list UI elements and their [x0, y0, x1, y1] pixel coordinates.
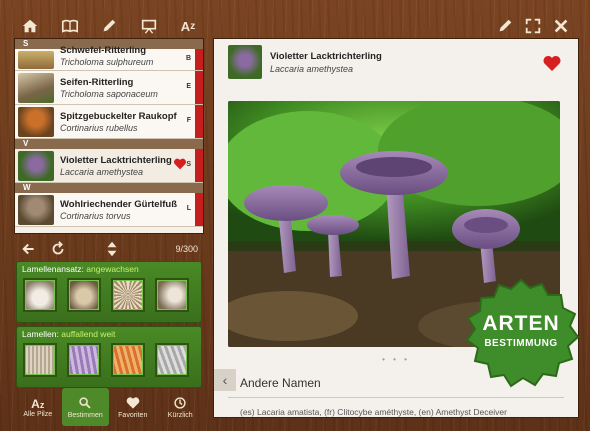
- species-name: Spitzgebuckelter Raukopf: [60, 110, 177, 122]
- species-thumbnail: [18, 194, 54, 225]
- sort-az-icon[interactable]: Az: [178, 16, 198, 36]
- left-toolbar: Az: [14, 12, 204, 40]
- favorite-heart-icon[interactable]: [173, 157, 187, 175]
- species-latin-name: Cortinarius torvus: [60, 210, 131, 221]
- left-panel: Az S Schwefel-Ritterling Tricholoma sulp…: [0, 0, 207, 431]
- tab-label: Favoriten: [118, 411, 148, 419]
- filter-option[interactable]: [111, 343, 145, 377]
- badge-line-2: BESTIMMUNG: [484, 338, 558, 349]
- tab-label: Alle Pilze: [23, 410, 53, 418]
- pencil-icon[interactable]: [99, 16, 119, 36]
- list-item[interactable]: Seifen-Ritterling Tricholoma saponaceum …: [15, 71, 203, 105]
- pencil-icon[interactable]: [495, 16, 515, 36]
- detail-species-name: Violetter Lacktrichterling: [270, 50, 382, 62]
- divider: [228, 397, 564, 398]
- detail-header: Violetter Lacktrichterling Laccaria amet…: [228, 45, 568, 79]
- filter-option[interactable]: [67, 278, 101, 312]
- badge-line-1: ARTEN: [482, 312, 560, 335]
- filter-lamellenansatz[interactable]: Lamellenansatz: angewachsen: [16, 261, 202, 323]
- tab-label: Bestimmen: [67, 411, 103, 419]
- synonyms-text: (es) Lacaria amatista, (fr) Clitocybe am…: [240, 407, 507, 417]
- book-icon[interactable]: [60, 16, 80, 36]
- previous-arrow-icon[interactable]: ‹: [214, 369, 236, 391]
- list-navigation: 9/300: [14, 238, 204, 260]
- list-item[interactable]: Schwefel-Ritterling Tricholoma sulphureu…: [15, 45, 203, 71]
- species-thumbnail: [18, 106, 54, 137]
- filter-option[interactable]: [23, 278, 57, 312]
- species-latin-name: Tricholoma sulphureum: [60, 56, 154, 67]
- az-icon: Az: [31, 396, 45, 411]
- species-thumbnail: [18, 150, 54, 181]
- filter-option[interactable]: [155, 343, 189, 377]
- filter-option[interactable]: [155, 278, 189, 312]
- index-letter: B: [185, 55, 191, 62]
- list-item[interactable]: Spitzgebuckelter Raukopf Cortinarius rub…: [15, 105, 203, 139]
- filter-lamellen[interactable]: Lamellen: auffallend weit: [16, 326, 202, 388]
- species-list: S Schwefel-Ritterling Tricholoma sulphur…: [14, 38, 204, 234]
- filter-value: angewachsen: [86, 264, 139, 274]
- expand-icon[interactable]: [523, 16, 543, 36]
- list-item[interactable]: Wohlriechender Gürtelfuß Cortinarius tor…: [15, 193, 203, 227]
- species-name: Wohlriechender Gürtelfuß: [60, 198, 178, 210]
- filter-option[interactable]: [111, 278, 145, 312]
- arten-bestimmung-badge[interactable]: ARTEN BESTIMMUNG: [462, 278, 580, 390]
- presentation-icon[interactable]: [139, 16, 159, 36]
- favorite-heart-icon[interactable]: [542, 55, 562, 77]
- section-header-w: W: [15, 183, 203, 193]
- close-icon[interactable]: [551, 16, 571, 36]
- index-letter: S: [186, 161, 191, 168]
- filter-option[interactable]: [67, 343, 101, 377]
- tab-label: Kürzlich: [167, 411, 193, 419]
- result-counter: 9/300: [175, 244, 198, 254]
- tab-bestimmen[interactable]: Bestimmen: [61, 388, 109, 426]
- up-down-arrows-icon[interactable]: [102, 239, 122, 259]
- section-title: Andere Namen: [240, 376, 321, 390]
- tab-kuerzlich[interactable]: Kürzlich: [157, 388, 205, 426]
- species-thumbnail: [18, 72, 54, 103]
- bottom-navigation: Az Alle Pilze Bestimmen Favoriten Kürzli…: [14, 388, 204, 426]
- heart-icon: [126, 396, 140, 409]
- tab-alle-pilze[interactable]: Az Alle Pilze: [14, 388, 62, 426]
- species-latin-name: Cortinarius rubellus: [60, 122, 138, 133]
- index-letter: F: [186, 117, 191, 124]
- index-tab: [195, 49, 203, 70]
- filter-option[interactable]: [23, 343, 57, 377]
- reset-icon[interactable]: [48, 239, 68, 259]
- species-thumbnail: [18, 50, 54, 69]
- index-tab: [195, 105, 203, 138]
- search-icon: [79, 396, 91, 409]
- species-name: Seifen-Ritterling: [60, 76, 134, 88]
- section-header-v: V: [15, 139, 203, 149]
- tab-favoriten[interactable]: Favoriten: [109, 388, 157, 426]
- species-thumbnail: [228, 45, 262, 79]
- index-tab: [195, 71, 203, 104]
- index-letter: L: [186, 205, 191, 212]
- species-name: Schwefel-Ritterling: [60, 44, 147, 56]
- right-toolbar: [213, 12, 579, 40]
- filter-label: Lamellen:: [22, 329, 59, 339]
- list-item-selected[interactable]: Violetter Lacktrichterling Laccaria amet…: [15, 149, 203, 183]
- species-latin-name: Tricholoma saponaceum: [60, 88, 158, 99]
- index-letter: E: [186, 83, 191, 90]
- index-tab: [195, 149, 203, 182]
- index-tab: [195, 193, 203, 226]
- detail-latin-name: Laccaria amethystea: [270, 63, 354, 74]
- back-arrow-icon[interactable]: [20, 239, 40, 259]
- filter-label: Lamellenansatz:: [22, 264, 84, 274]
- home-icon[interactable]: [20, 16, 40, 36]
- filter-value: auffallend weit: [61, 329, 116, 339]
- clock-icon: [174, 396, 186, 409]
